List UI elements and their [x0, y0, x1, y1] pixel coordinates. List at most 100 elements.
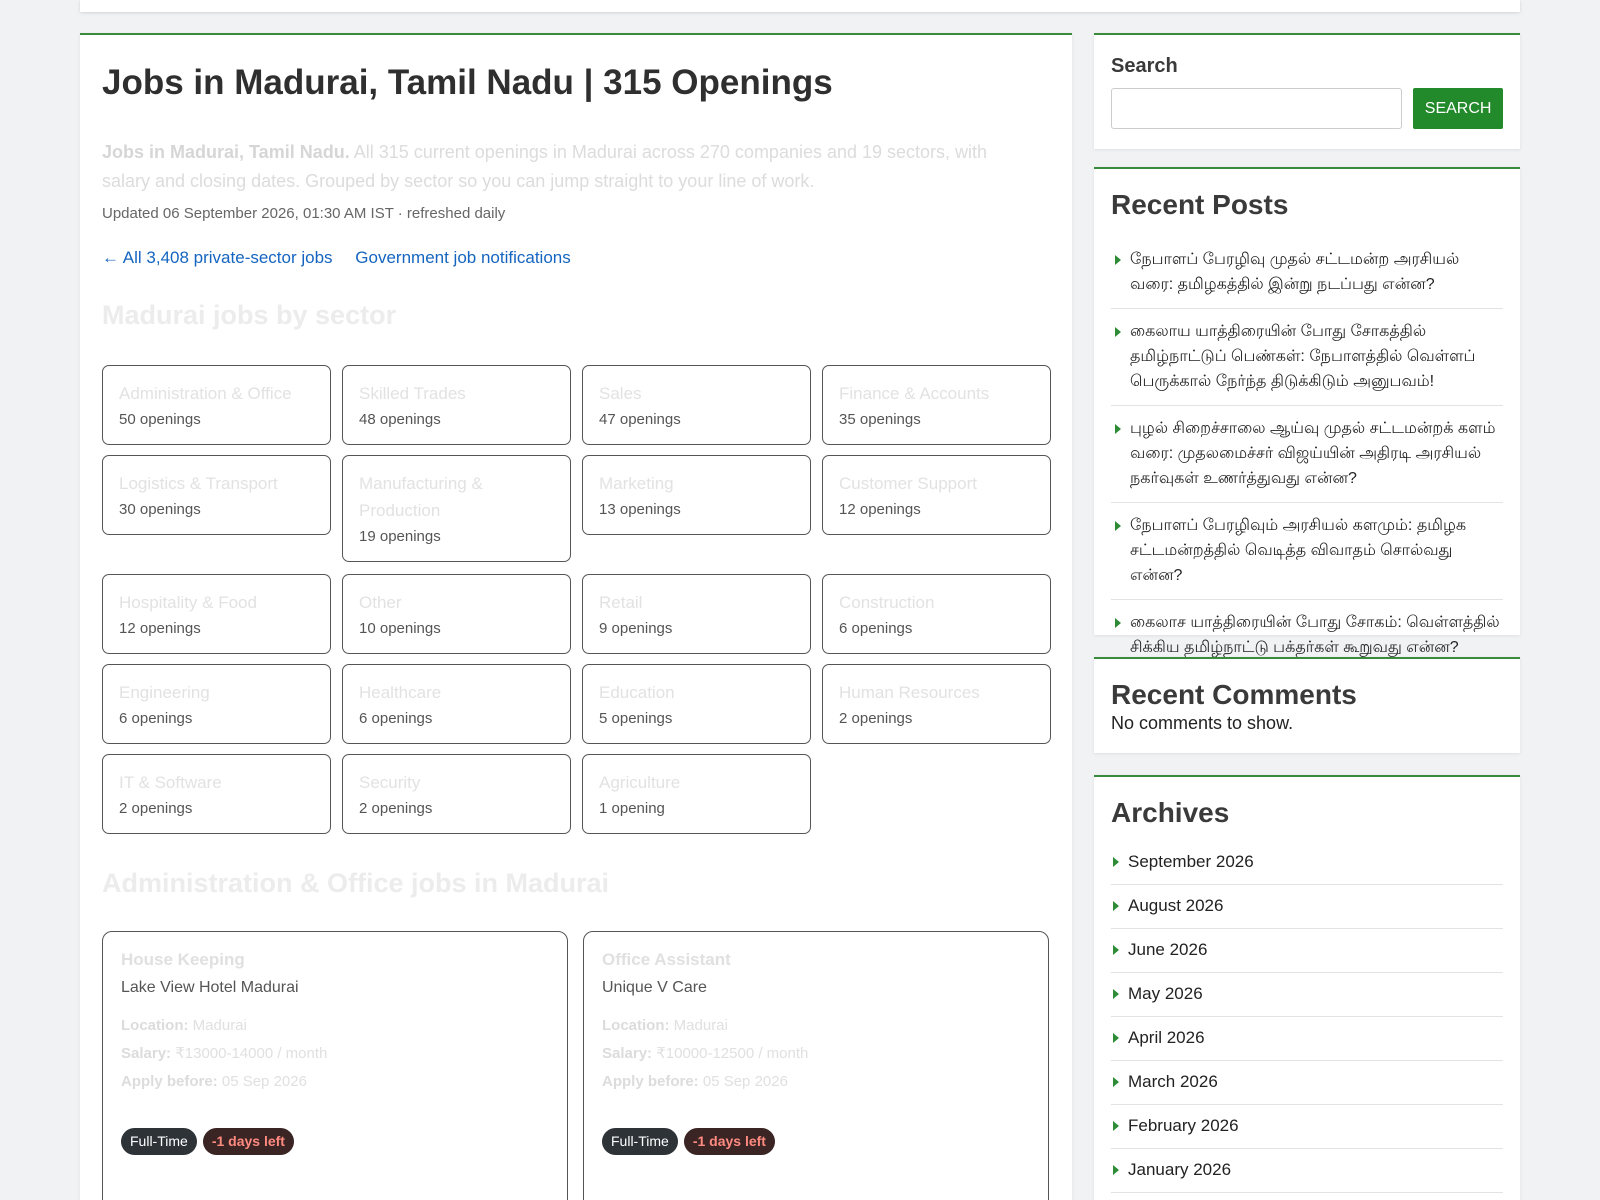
- recent-comments-widget: Recent Comments No comments to show.: [1094, 657, 1520, 753]
- no-comments-text: No comments to show.: [1111, 713, 1294, 733]
- sector-count: 12 openings: [119, 620, 201, 637]
- caret-right-icon: [1113, 1077, 1119, 1087]
- job-location: Location: Madurai: [602, 1017, 728, 1034]
- sector-card[interactable]: Marketing 13 openings: [582, 455, 811, 535]
- job-type-badge: Full-Time: [602, 1128, 678, 1155]
- nav-links: ← All 3,408 private-sector jobs Governme…: [102, 248, 589, 268]
- search-button[interactable]: SEARCH: [1413, 88, 1503, 129]
- sector-count: 50 openings: [119, 411, 201, 428]
- archive-item[interactable]: May 2026: [1111, 973, 1503, 1017]
- sector-card[interactable]: Manufacturing & Production 19 openings: [342, 455, 571, 562]
- job-title[interactable]: Office Assistant: [602, 950, 1030, 970]
- sector-card[interactable]: Customer Support 12 openings: [822, 455, 1051, 535]
- caret-right-icon: [1115, 327, 1121, 337]
- recent-post-item[interactable]: நேபாளப் பேரழிவும் அரசியல் களமும்: தமிழக …: [1111, 503, 1503, 600]
- sector-card[interactable]: Skilled Trades 48 openings: [342, 365, 571, 445]
- sector-card[interactable]: Other 10 openings: [342, 574, 571, 654]
- archive-item[interactable]: April 2026: [1111, 1017, 1503, 1061]
- job-title[interactable]: House Keeping: [121, 950, 549, 970]
- archives-title: Archives: [1111, 797, 1230, 828]
- sectors-heading: Madurai jobs by sector: [102, 300, 397, 330]
- sector-name: Construction: [839, 593, 935, 612]
- archives-widget: Archives September 2026 August 2026 June…: [1094, 775, 1520, 1200]
- archive-item[interactable]: March 2026: [1111, 1061, 1503, 1105]
- sector-card[interactable]: Retail 9 openings: [582, 574, 811, 654]
- job-company: Lake View Hotel Madurai: [121, 979, 299, 996]
- sector-count: 47 openings: [599, 411, 681, 428]
- sector-card[interactable]: Engineering 6 openings: [102, 664, 331, 744]
- sector-name: Agriculture: [599, 773, 681, 792]
- government-jobs-link[interactable]: Government job notifications: [355, 248, 570, 267]
- sector-name: Education: [599, 683, 675, 702]
- sector-card[interactable]: Healthcare 6 openings: [342, 664, 571, 744]
- job-card[interactable]: Office Assistant Unique V Care Location:…: [583, 931, 1049, 1200]
- recent-post-item[interactable]: நேபாளப் பேரழிவு முதல் சட்டமன்ற அரசியல் வ…: [1111, 237, 1503, 309]
- job-badges: Full-Time -1 days left: [121, 1128, 294, 1155]
- sector-card[interactable]: Hospitality & Food 12 openings: [102, 574, 331, 654]
- job-meta: Location: Madurai Salary: ₹13000-14000 /…: [121, 1016, 549, 1091]
- archive-item[interactable]: June 2026: [1111, 929, 1503, 973]
- caret-right-icon: [1113, 901, 1119, 911]
- sector-count: 2 openings: [359, 800, 433, 817]
- sector-count: 9 openings: [599, 620, 673, 637]
- sector-count: 2 openings: [119, 800, 193, 817]
- sector-count: 35 openings: [839, 411, 921, 428]
- archive-item[interactable]: September 2026: [1111, 841, 1503, 885]
- sector-count: 10 openings: [359, 620, 441, 637]
- recent-posts-widget: Recent Posts நேபாளப் பேரழிவு முதல் சட்டம…: [1094, 167, 1520, 656]
- job-badges: Full-Time -1 days left: [602, 1128, 775, 1155]
- sector-name: Sales: [599, 384, 642, 403]
- caret-right-icon: [1115, 255, 1121, 265]
- archive-item[interactable]: January 2026: [1111, 1149, 1503, 1193]
- job-company: Unique V Care: [602, 979, 707, 996]
- sector-card[interactable]: Logistics & Transport 30 openings: [102, 455, 331, 535]
- sector-name: Healthcare: [359, 683, 442, 702]
- sector-count: 5 openings: [599, 710, 673, 727]
- sector-card[interactable]: Human Resources 2 openings: [822, 664, 1051, 744]
- sector-count: 2 openings: [839, 710, 913, 727]
- sector-count: 6 openings: [119, 710, 193, 727]
- sector-name: Security: [359, 773, 421, 792]
- job-type-badge: Full-Time: [121, 1128, 197, 1155]
- sector-name: Skilled Trades: [359, 384, 466, 403]
- job-apply-before: Apply before: 05 Sep 2026: [602, 1073, 788, 1090]
- jobs-heading: Administration & Office jobs in Madurai: [102, 868, 610, 898]
- search-row: SEARCH: [1111, 88, 1503, 129]
- archive-item[interactable]: August 2026: [1111, 885, 1503, 929]
- sector-card[interactable]: Construction 6 openings: [822, 574, 1051, 654]
- sector-name: Marketing: [599, 474, 674, 493]
- caret-right-icon: [1113, 857, 1119, 867]
- sector-count: 48 openings: [359, 411, 441, 428]
- sector-card[interactable]: Security 2 openings: [342, 754, 571, 834]
- intro-paragraph: Jobs in Madurai, Tamil Nadu. All 315 cur…: [102, 138, 1022, 196]
- sector-card[interactable]: Agriculture 1 opening: [582, 754, 811, 834]
- updated-timestamp: Updated 06 September 2026, 01:30 AM IST …: [102, 205, 506, 222]
- sector-card[interactable]: IT & Software 2 openings: [102, 754, 331, 834]
- search-input[interactable]: [1111, 88, 1403, 129]
- recent-posts-title: Recent Posts: [1111, 189, 1289, 220]
- caret-right-icon: [1113, 989, 1119, 999]
- recent-comments-title: Recent Comments: [1111, 679, 1357, 710]
- sector-card[interactable]: Education 5 openings: [582, 664, 811, 744]
- sector-name: Customer Support: [839, 474, 977, 493]
- sector-card[interactable]: Administration & Office 50 openings: [102, 365, 331, 445]
- job-apply-before: Apply before: 05 Sep 2026: [121, 1073, 307, 1090]
- main-content: Jobs in Madurai, Tamil Nadu | 315 Openin…: [80, 33, 1072, 1200]
- archive-item[interactable]: February 2026: [1111, 1105, 1503, 1149]
- sector-name: IT & Software: [119, 773, 222, 792]
- sector-card[interactable]: Finance & Accounts 35 openings: [822, 365, 1051, 445]
- sector-name: Administration & Office: [119, 384, 292, 403]
- sector-name: Engineering: [119, 683, 210, 702]
- job-card[interactable]: House Keeping Lake View Hotel Madurai Lo…: [102, 931, 568, 1200]
- sector-count: 1 opening: [599, 800, 665, 817]
- job-salary: Salary: ₹10000-12500 / month: [602, 1045, 809, 1062]
- sector-count: 19 openings: [359, 528, 441, 545]
- recent-post-item[interactable]: புழல் சிறைச்சாலை ஆய்வு முதல் சட்டமன்றக் …: [1111, 406, 1503, 503]
- search-widget: Search SEARCH: [1094, 33, 1520, 149]
- job-salary: Salary: ₹13000-14000 / month: [121, 1045, 328, 1062]
- all-private-jobs-link[interactable]: ← All 3,408 private-sector jobs: [102, 248, 333, 267]
- sector-name: Other: [359, 593, 402, 612]
- recent-post-item[interactable]: கைலாய யாத்திரையின் போது சோகத்தில் தமிழ்ந…: [1111, 309, 1503, 406]
- sector-card[interactable]: Sales 47 openings: [582, 365, 811, 445]
- sector-name: Hospitality & Food: [119, 593, 257, 612]
